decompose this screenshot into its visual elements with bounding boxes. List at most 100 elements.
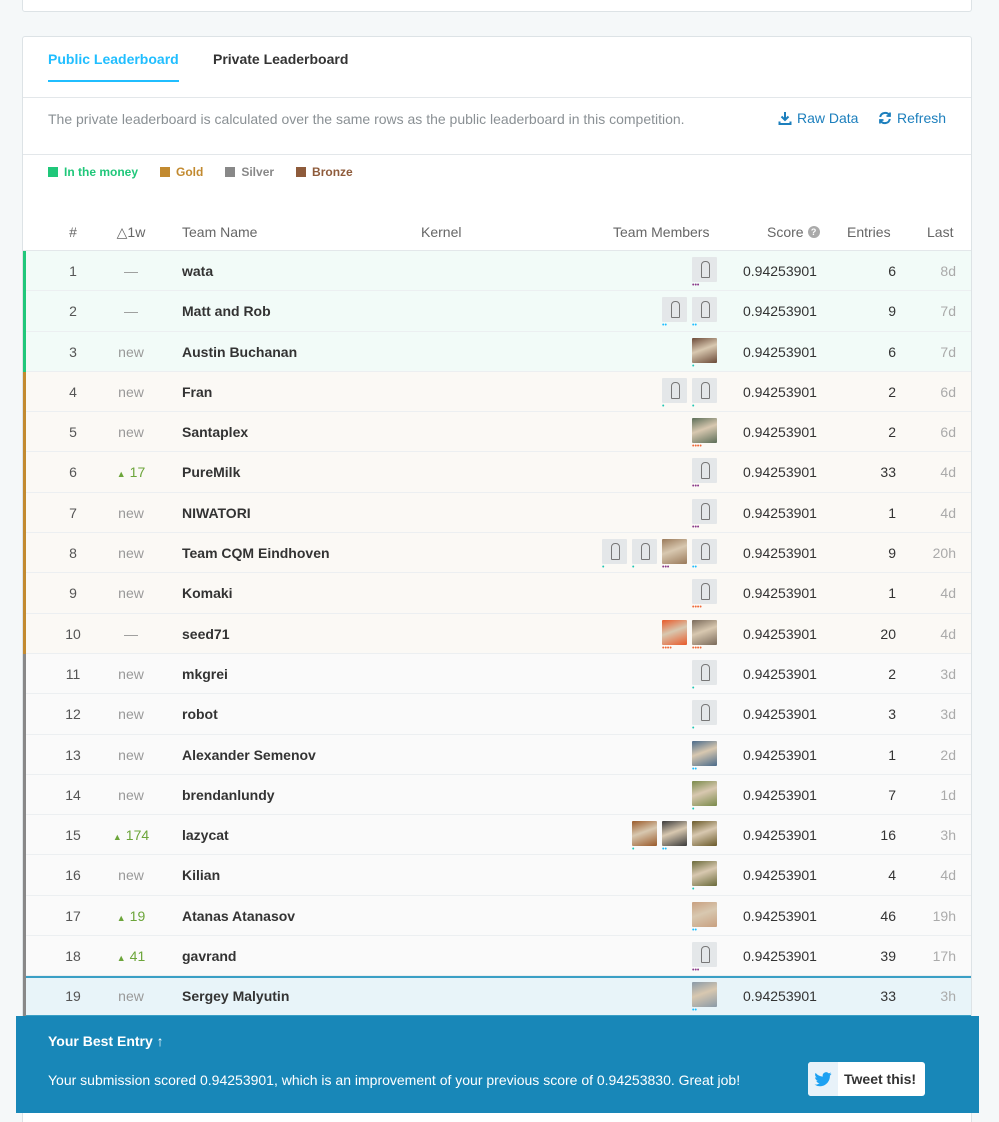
last-cell: 3d <box>940 665 956 682</box>
avatar[interactable] <box>692 821 717 847</box>
tier-bar <box>23 452 26 493</box>
avatar[interactable]: • <box>692 780 717 813</box>
avatar[interactable]: • <box>692 659 717 692</box>
rank-cell: 6 <box>69 464 77 481</box>
avatar[interactable]: •••• <box>692 579 717 611</box>
table-row[interactable]: 2 — Matt and Rob •• •• 0.94253901 9 7d <box>23 291 971 332</box>
table-row[interactable]: 4 new Fran • • 0.94253901 2 6d <box>23 371 971 413</box>
avatar[interactable]: ••• <box>692 498 717 531</box>
table-row[interactable]: 9 new Komaki •••• 0.94253901 1 4d <box>23 573 971 614</box>
avatar[interactable]: • <box>692 700 717 732</box>
table-row[interactable]: 6 ▲ 17 PureMilk ••• 0.94253901 33 4d <box>23 452 971 493</box>
avatar[interactable]: ••• <box>662 539 687 571</box>
change-value: new <box>118 545 144 562</box>
entries-cell: 9 <box>888 303 896 320</box>
avatar[interactable]: ••• <box>692 458 717 490</box>
team-name-link[interactable]: Sergey Malyutin <box>182 988 289 1004</box>
leaderboard-panel: Public Leaderboard Private Leaderboard T… <box>22 36 972 1122</box>
tier-dots: ••• <box>662 564 670 572</box>
avatar[interactable]: •• <box>692 539 717 571</box>
help-icon[interactable]: ? <box>807 226 820 238</box>
team-members: •••• <box>692 579 717 611</box>
team-name-link[interactable]: Atanas Atanasov <box>182 908 295 924</box>
rank-cell: 16 <box>65 867 81 884</box>
avatar[interactable]: •• <box>692 901 717 934</box>
team-name-link[interactable]: Santaplex <box>182 424 248 440</box>
leaderboard-tabs: Public Leaderboard Private Leaderboard <box>23 37 971 98</box>
team-name-link[interactable]: robot <box>182 706 218 722</box>
avatar[interactable]: • <box>632 539 657 571</box>
avatar[interactable]: • <box>632 821 657 853</box>
tier-bar <box>23 976 26 1017</box>
avatar[interactable]: •••• <box>692 619 717 652</box>
table-row[interactable]: 16 new Kilian • 0.94253901 4 4d <box>23 855 971 896</box>
team-name-link[interactable]: Komaki <box>182 585 233 601</box>
team-name-link[interactable]: Alexander Semenov <box>182 747 316 763</box>
legend-label: In the money <box>64 165 139 179</box>
avatar[interactable]: •••• <box>662 619 687 652</box>
team-members: • • ••• •• <box>602 539 717 571</box>
tier-dots: • <box>692 805 695 813</box>
table-row[interactable]: 13 new Alexander Semenov •• 0.94253901 1 2d <box>23 734 971 775</box>
avatar[interactable]: • <box>602 539 627 571</box>
avatar[interactable]: •• <box>692 740 717 773</box>
tier-dots: • <box>692 402 695 410</box>
team-name-link[interactable]: wata <box>182 263 213 279</box>
team-members: •• •• <box>662 297 717 329</box>
team-name-link[interactable]: mkgrei <box>182 666 228 682</box>
change-value: new <box>118 665 144 682</box>
legend-swatch <box>160 167 171 177</box>
table-row[interactable]: 5 new Santaplex •••• 0.94253901 2 6d <box>23 412 971 453</box>
table-row[interactable]: 15 ▲ 174 lazycat • •• 0.94253901 16 3h <box>23 815 971 856</box>
col-last: Last <box>927 224 954 240</box>
table-row[interactable]: 3 new Austin Buchanan • 0.94253901 6 7d <box>23 331 971 372</box>
avatar[interactable]: •• <box>662 297 687 329</box>
avatar[interactable]: ••• <box>692 257 717 289</box>
avatar[interactable]: • <box>692 337 717 370</box>
team-name-link[interactable]: PureMilk <box>182 464 240 480</box>
table-row[interactable]: 19 new Sergey Malyutin •• 0.94253901 33 3h <box>23 976 971 1017</box>
tweet-button[interactable]: Tweet this! <box>808 1062 925 1096</box>
avatar[interactable]: ••• <box>692 942 717 974</box>
table-row[interactable]: 11 new mkgrei • 0.94253901 2 3d <box>23 653 971 695</box>
tab-public-leaderboard[interactable]: Public Leaderboard <box>48 51 179 82</box>
change-cell: new <box>103 505 159 521</box>
avatar[interactable]: • <box>692 861 717 893</box>
tab-private-leaderboard[interactable]: Private Leaderboard <box>213 51 348 80</box>
table-row[interactable]: 10 — seed71 •••• •••• 0.94253901 20 4d <box>23 613 971 654</box>
table-row[interactable]: 17 ▲ 19 Atanas Atanasov •• 0.94253901 46 19h <box>23 895 971 937</box>
table-row[interactable]: 1 — wata ••• 0.94253901 6 8d <box>23 251 971 292</box>
team-name-link[interactable]: Fran <box>182 384 212 400</box>
col-rank: # <box>69 224 77 240</box>
avatar[interactable]: •• <box>662 821 687 853</box>
entries-cell: 46 <box>880 907 896 924</box>
team-name-link[interactable]: gavrand <box>182 948 236 964</box>
rank-cell: 5 <box>69 424 77 441</box>
refresh-link[interactable]: Refresh <box>878 110 946 126</box>
avatar[interactable]: • <box>692 377 717 410</box>
team-name-link[interactable]: seed71 <box>182 626 229 642</box>
team-name-link[interactable]: brendanlundy <box>182 787 275 803</box>
rank-cell: 11 <box>65 665 81 682</box>
tier-bar <box>23 533 26 574</box>
table-row[interactable]: 12 new robot • 0.94253901 3 3d <box>23 694 971 735</box>
tier-dots: •• <box>692 322 697 330</box>
avatar[interactable]: •• <box>692 982 717 1014</box>
avatar[interactable]: •••• <box>692 418 717 450</box>
team-name-link[interactable]: NIWATORI <box>182 505 251 521</box>
team-name-link[interactable]: Team CQM Eindhoven <box>182 545 330 561</box>
tier-bar <box>23 774 26 816</box>
table-row[interactable]: 18 ▲ 41 gavrand ••• 0.94253901 39 17h <box>23 936 971 977</box>
team-name-link[interactable]: Kilian <box>182 867 220 883</box>
team-name-link[interactable]: Matt and Rob <box>182 303 271 319</box>
table-row[interactable]: 7 new NIWATORI ••• 0.94253901 1 4d <box>23 492 971 534</box>
team-name-link[interactable]: Austin Buchanan <box>182 344 297 360</box>
table-row[interactable]: 14 new brendanlundy • 0.94253901 7 1d <box>23 774 971 816</box>
table-row[interactable]: 8 new Team CQM Eindhoven • • ••• •• 0.94253901 9… <box>23 533 971 574</box>
change-cell: new <box>103 585 159 601</box>
tier-dots: •••• <box>692 604 702 612</box>
team-name-link[interactable]: lazycat <box>182 827 229 843</box>
raw-data-link[interactable]: Raw Data <box>778 110 858 126</box>
avatar[interactable]: • <box>662 377 687 410</box>
avatar[interactable]: •• <box>692 297 717 329</box>
